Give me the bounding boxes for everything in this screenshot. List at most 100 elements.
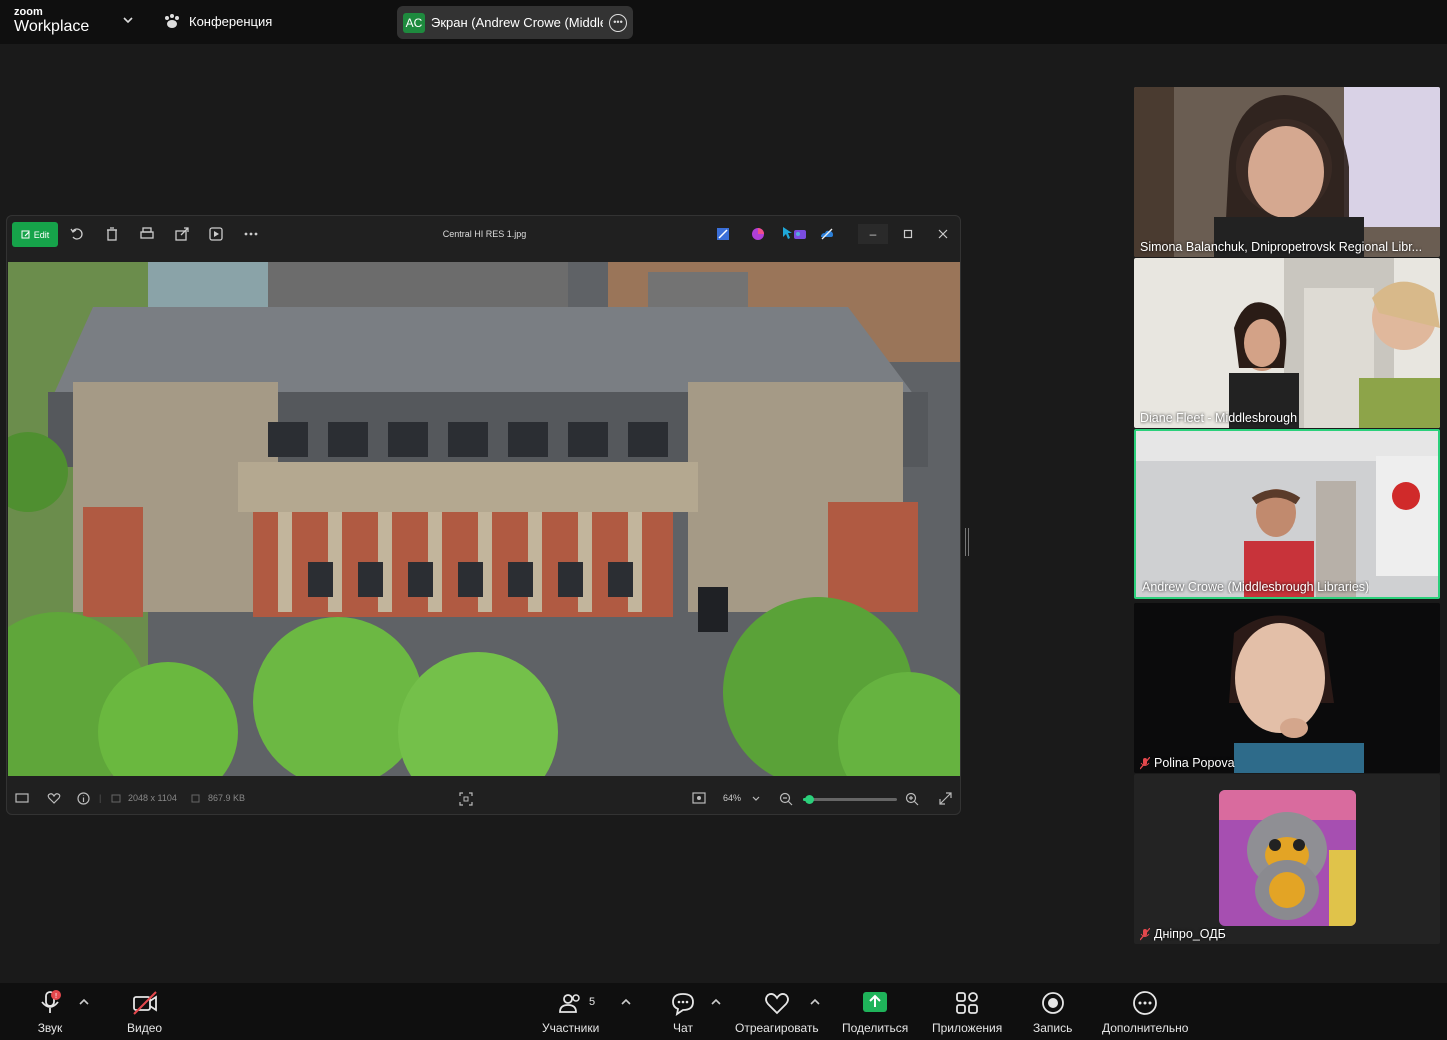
audio-options-caret-icon[interactable]: [78, 997, 90, 1007]
library-building-photo: [8, 262, 960, 776]
chat-label: Чат: [673, 1021, 693, 1035]
participant-name: Diane Fleet - Middlesbrough: [1140, 411, 1298, 425]
fit-to-window-icon[interactable]: [459, 792, 473, 806]
participant-name-label: Polina Popova: [1140, 756, 1235, 770]
displayed-photo: [8, 262, 960, 776]
video-off-icon: [132, 991, 157, 1015]
maximize-icon: [903, 229, 913, 239]
zoom-in-icon[interactable]: [905, 792, 919, 806]
logo-big-text: Workplace: [14, 18, 90, 35]
chat-icon: [672, 993, 694, 1016]
record-button[interactable]: Запись: [1033, 989, 1072, 1035]
participant-name: Дніпро_ОДБ: [1154, 927, 1226, 941]
participant-name: Polina Popova: [1154, 756, 1235, 770]
onedrive-icon[interactable]: [819, 226, 835, 242]
share-screen-button[interactable]: Поделиться: [842, 989, 908, 1035]
file-size: 867.9 KB: [208, 793, 246, 803]
mic-muted-icon: [1140, 927, 1150, 940]
participants-label: Участники: [542, 1021, 600, 1035]
participant-video: [1136, 431, 1438, 597]
maximize-button[interactable]: [893, 224, 923, 244]
participant-name: Simona Balanchuk, Dnipropetrovsk Regiona…: [1140, 240, 1423, 254]
participant-video: [1134, 258, 1440, 428]
viewer-status-bar: | 2048 x 1104 867.9 KB 64%: [7, 784, 960, 814]
mic-muted-icon: [1140, 756, 1150, 769]
file-size-icon: [191, 794, 200, 803]
clipchamp-icon[interactable]: [750, 226, 766, 242]
meeting-controls-bar: ! Звук Видео Участники 5 Чат Отреагирова…: [0, 983, 1447, 1040]
chevron-down-icon[interactable]: [752, 796, 760, 802]
screen-share-label: Экран (Andrew Crowe (Middlesb: [431, 15, 603, 30]
participant-video: [1134, 603, 1440, 773]
react-label: Отреагировать: [735, 1021, 819, 1035]
photo-viewer-window: Edit Central HI RES 1.jpg – | 2048 x 110…: [6, 215, 961, 815]
video-label: Видео: [127, 1021, 163, 1035]
image-dimensions: 2048 x 1104: [128, 793, 177, 803]
avatar: AC: [403, 12, 425, 33]
actual-size-icon[interactable]: [692, 792, 706, 804]
close-button[interactable]: [928, 224, 958, 244]
react-options-caret-icon[interactable]: [809, 997, 821, 1007]
more-options-icon[interactable]: •••: [609, 13, 627, 32]
logo-small-text: zoom: [14, 6, 43, 18]
status-divider: |: [99, 793, 102, 803]
more-button[interactable]: Дополнительно: [1102, 989, 1188, 1035]
screen-share-pill[interactable]: AC Экран (Andrew Crowe (Middlesb •••: [397, 6, 633, 39]
audio-button[interactable]: ! Звук: [36, 989, 64, 1035]
conference-menu[interactable]: Конференция: [163, 13, 272, 29]
toy-cat-image: [1219, 790, 1356, 926]
participant-name-label: Дніпро_ОДБ: [1140, 927, 1226, 941]
favorite-heart-icon[interactable]: [47, 792, 61, 804]
share-screen-icon: [863, 992, 888, 1012]
share-label: Поделиться: [842, 1021, 909, 1035]
participant-name-label: Andrew Crowe (Middlesbrough Libraries): [1142, 580, 1369, 594]
participants-options-caret-icon[interactable]: [620, 997, 632, 1007]
heart-icon: [764, 993, 789, 1015]
microphone-icon: !: [41, 990, 61, 1013]
zoom-out-icon[interactable]: [779, 792, 793, 806]
more-options-icon: [1133, 991, 1158, 1015]
paw-icon: [165, 14, 179, 28]
chevron-down-icon[interactable]: [122, 14, 134, 26]
filmstrip-icon[interactable]: [15, 792, 29, 804]
conference-label: Конференция: [189, 13, 273, 29]
record-label: Запись: [1033, 1021, 1073, 1035]
zoom-workplace-logo[interactable]: zoom Workplace: [14, 7, 89, 35]
zoom-slider-thumb[interactable]: [804, 795, 814, 804]
participant-avatar-image: [1219, 790, 1356, 926]
close-icon: [938, 229, 948, 239]
zoom-slider[interactable]: [803, 795, 897, 804]
fullscreen-icon[interactable]: [939, 792, 952, 805]
participant-name-label: Simona Balanchuk, Dnipropetrovsk Regiona…: [1140, 240, 1422, 254]
chat-options-caret-icon[interactable]: [710, 997, 722, 1007]
participant-video: [1134, 87, 1440, 257]
info-icon[interactable]: [77, 792, 90, 805]
more-label: Дополнительно: [1102, 1021, 1189, 1035]
participant-tile[interactable]: Дніпро_ОДБ: [1134, 774, 1440, 944]
apps-button[interactable]: Приложения: [932, 989, 1002, 1035]
participant-name: Andrew Crowe (Middlesbrough Libraries): [1142, 580, 1370, 594]
participant-tile[interactable]: Polina Popova: [1134, 603, 1440, 773]
minimize-button[interactable]: –: [858, 224, 888, 244]
participant-tile-active-speaker[interactable]: Andrew Crowe (Middlesbrough Libraries): [1134, 429, 1440, 599]
top-bar: zoom Workplace Конференция AC Экран (And…: [0, 0, 1447, 44]
participants-icon: [558, 994, 580, 1013]
video-button[interactable]: Видео: [127, 989, 162, 1035]
react-button[interactable]: Отреагировать: [735, 989, 819, 1035]
svg-text:!: !: [55, 992, 58, 1000]
participant-tile[interactable]: Diane Fleet - Middlesbrough: [1134, 258, 1440, 428]
participant-tile[interactable]: Simona Balanchuk, Dnipropetrovsk Regiona…: [1134, 87, 1440, 257]
audio-label: Звук: [37, 1021, 63, 1035]
participant-name-label: Diane Fleet - Middlesbrough: [1140, 411, 1297, 425]
viewer-toolbar: Edit Central HI RES 1.jpg –: [7, 216, 960, 261]
apps-label: Приложения: [932, 1021, 1003, 1035]
photo-editor-icon[interactable]: [715, 226, 731, 242]
resize-handle[interactable]: [965, 528, 969, 556]
file-title: Central HI RES 1.jpg: [442, 229, 527, 239]
designer-icon[interactable]: [792, 226, 808, 242]
apps-icon: [956, 992, 979, 1014]
dimensions-icon: [111, 794, 121, 803]
record-icon: [1041, 992, 1064, 1014]
zoom-level[interactable]: 64%: [723, 793, 741, 803]
chat-button[interactable]: Чат: [669, 989, 697, 1035]
